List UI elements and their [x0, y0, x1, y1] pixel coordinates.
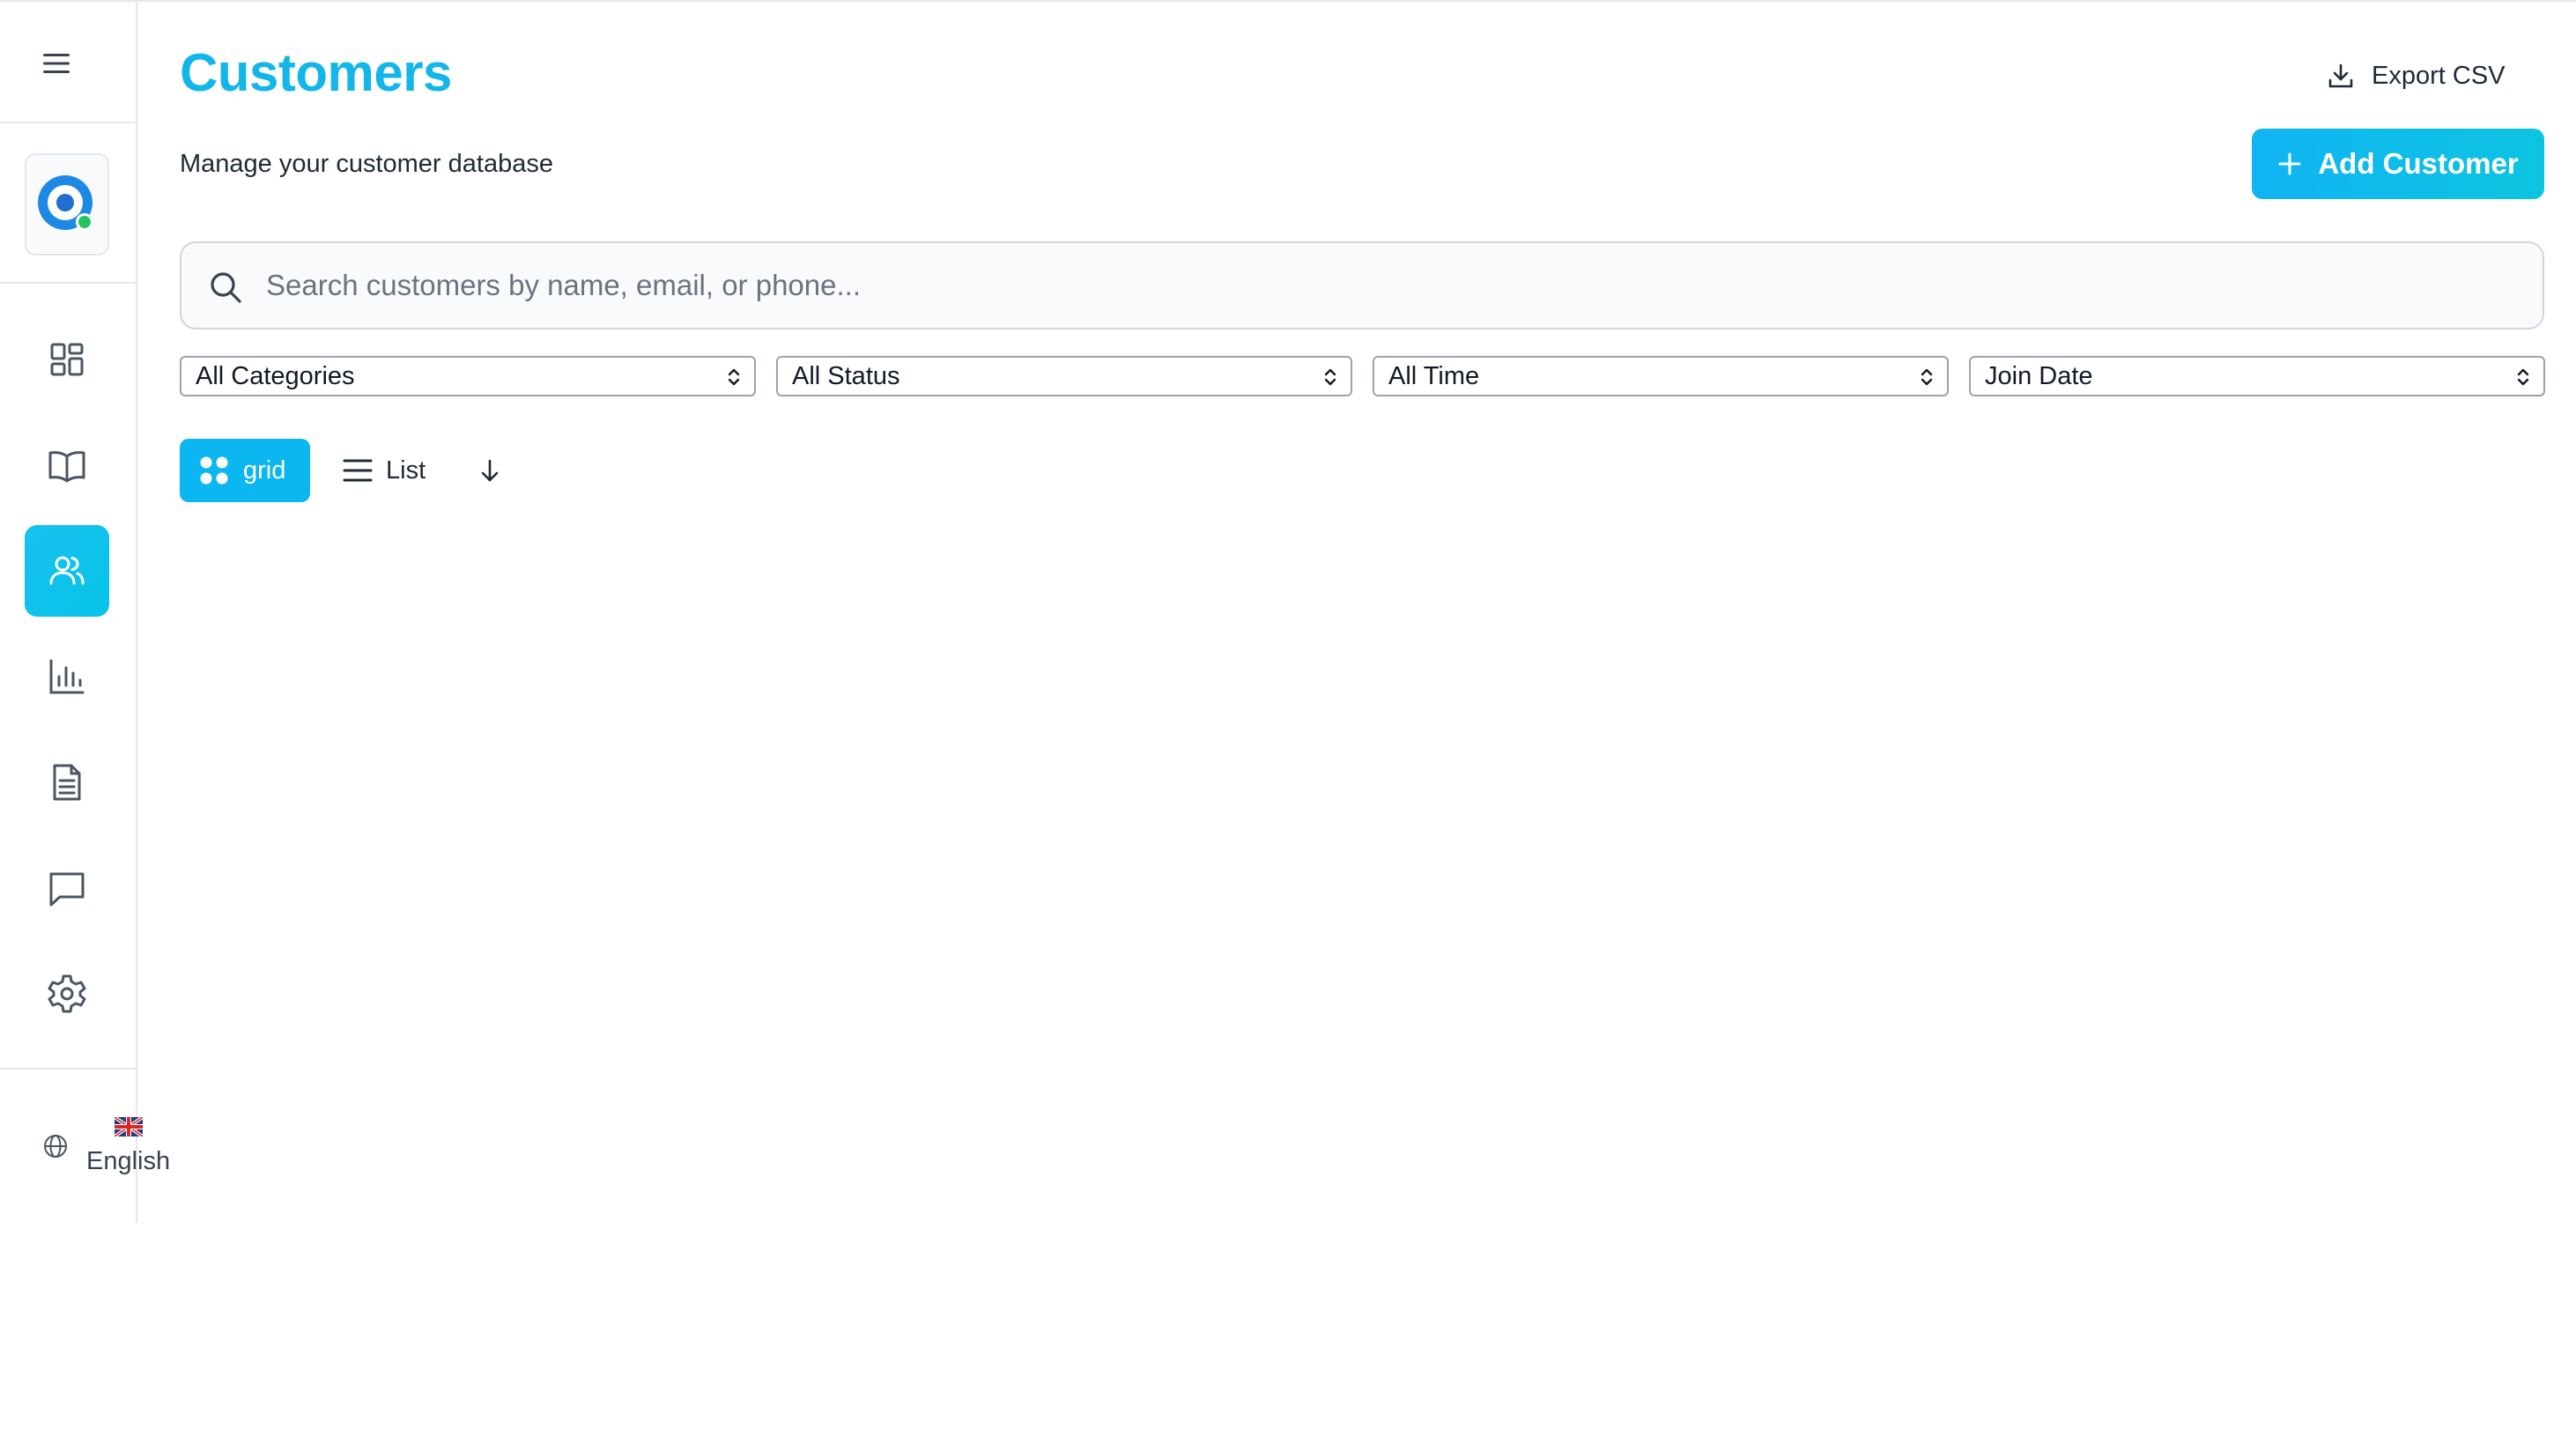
app-logo[interactable]	[25, 153, 109, 255]
sort-direction-button[interactable]	[472, 453, 507, 488]
category-filter-value: All Categories	[196, 361, 355, 390]
select-chevrons-icon	[2517, 368, 2529, 386]
export-csv-label: Export CSV	[2372, 61, 2506, 90]
list-view-label: List	[386, 455, 426, 485]
sidebar-item-messages[interactable]	[25, 842, 109, 934]
status-filter-select[interactable]: All Status	[776, 356, 1352, 396]
search-input[interactable]	[266, 243, 2521, 328]
sidebar: English	[0, 2, 170, 1223]
status-filter-value: All Status	[792, 361, 900, 390]
sidebar-item-catalog[interactable]	[25, 419, 109, 511]
search-icon	[211, 272, 241, 303]
sort-by-select[interactable]: Join Date	[1969, 356, 2545, 396]
grid-icon	[200, 456, 228, 485]
time-filter-value: All Time	[1388, 361, 1480, 390]
arrow-down-icon	[481, 459, 499, 482]
export-csv-button[interactable]: Export CSV	[2326, 53, 2555, 99]
category-filter-select[interactable]: All Categories	[180, 356, 756, 396]
grid-view-button[interactable]: grid	[180, 439, 310, 502]
app-logo-icon	[38, 175, 93, 231]
plus-icon	[2278, 152, 2301, 175]
sidebar-item-customers[interactable]	[25, 525, 109, 617]
hamburger-icon	[43, 54, 70, 73]
language-label: English	[86, 1147, 171, 1175]
language-selector[interactable]: English	[42, 1112, 183, 1182]
sidebar-divider	[0, 1068, 136, 1070]
menu-toggle-button[interactable]	[35, 46, 78, 81]
select-chevrons-icon	[1921, 368, 1933, 386]
sidebar-item-documents[interactable]	[25, 737, 109, 828]
book-open-icon	[48, 451, 85, 483]
sidebar-item-settings[interactable]	[25, 948, 109, 1040]
list-icon	[343, 459, 373, 482]
users-icon	[49, 556, 85, 585]
dashboard-grid-icon	[50, 343, 84, 376]
sort-by-value: Join Date	[1985, 361, 2093, 390]
sidebar-item-dashboard[interactable]	[25, 314, 109, 405]
bar-chart-icon	[49, 659, 85, 694]
sidebar-divider	[0, 122, 136, 123]
select-chevrons-icon	[1324, 368, 1336, 386]
page-title: Customers	[180, 43, 452, 102]
search-box	[180, 241, 2544, 329]
sidebar-item-analytics[interactable]	[25, 631, 109, 722]
sidebar-divider	[0, 282, 136, 284]
globe-icon	[44, 1135, 67, 1158]
top-border	[0, 0, 2576, 2]
select-chevrons-icon	[728, 368, 740, 386]
download-icon	[2328, 63, 2353, 88]
document-icon	[53, 764, 81, 801]
uk-flag-icon	[115, 1117, 143, 1137]
chat-icon	[49, 872, 85, 907]
list-view-button[interactable]: List	[342, 439, 448, 502]
add-customer-button[interactable]: Add Customer	[2252, 129, 2544, 199]
gear-icon	[48, 974, 86, 1013]
grid-view-label: grid	[243, 455, 286, 485]
page-subtitle: Manage your customer database	[180, 150, 553, 178]
time-filter-select[interactable]: All Time	[1373, 356, 1949, 396]
add-customer-label: Add Customer	[2318, 147, 2519, 180]
